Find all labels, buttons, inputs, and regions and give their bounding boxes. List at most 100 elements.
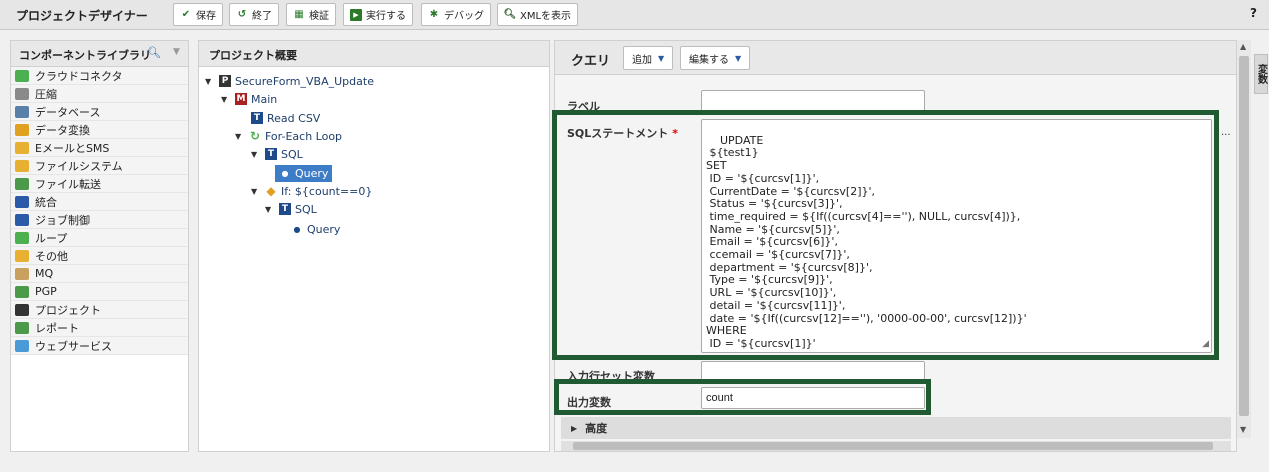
library-item-label: PGP: [35, 285, 57, 298]
play-icon: ▶: [350, 8, 362, 21]
exit-label: 終了: [252, 11, 272, 22]
expand-icon[interactable]: ▼: [251, 150, 261, 159]
library-item[interactable]: ファイル転送: [11, 175, 188, 193]
vertical-scrollbar[interactable]: ▲ ▼: [1237, 40, 1251, 438]
tree-node-sql-2[interactable]: ▼ T SQL: [265, 201, 317, 217]
help-button[interactable]: ?: [1250, 6, 1257, 20]
tree-node-sql[interactable]: ▼ T SQL: [251, 146, 303, 162]
collapse-icon[interactable]: ▼: [173, 47, 180, 57]
label-input[interactable]: [701, 90, 925, 112]
scroll-up-icon[interactable]: ▲: [1240, 42, 1246, 51]
tree-label-if: If: ${count==0}: [281, 184, 373, 198]
library-item-label: EメールとSMS: [35, 141, 110, 155]
library-item[interactable]: データ変換: [11, 121, 188, 139]
tree-node-if[interactable]: ▼ ◆ If: ${count==0}: [251, 183, 372, 199]
library-item[interactable]: 圧縮: [11, 85, 188, 103]
loop-icon: ↻: [249, 129, 261, 143]
library-item[interactable]: データベース: [11, 103, 188, 121]
vertical-scrollbar-thumb[interactable]: [1239, 56, 1249, 416]
bullet-icon: ●: [281, 169, 289, 178]
cloud-icon: [15, 69, 29, 82]
run-button[interactable]: ▶ 実行する: [343, 3, 413, 26]
tree-label-read-csv: Read CSV: [267, 111, 321, 125]
tree-node-project[interactable]: ▼ P SecureForm_VBA_Update: [205, 73, 374, 89]
horizontal-scrollbar[interactable]: [561, 441, 1231, 451]
library-item-label: データベース: [35, 105, 101, 119]
library-item-label: 統合: [35, 195, 57, 209]
file-transfer-icon: [15, 177, 29, 190]
expand-icon[interactable]: ▼: [221, 95, 231, 104]
folder-icon: [15, 159, 29, 172]
expand-icon[interactable]: ▼: [205, 77, 215, 86]
library-item-label: ファイル転送: [35, 177, 101, 191]
project-icon: P: [219, 75, 231, 87]
tree-label-sql: SQL: [281, 147, 303, 161]
library-item[interactable]: ウェブサービス: [11, 337, 188, 355]
library-item[interactable]: ループ: [11, 229, 188, 247]
exit-button[interactable]: ↺ 終了: [229, 3, 279, 26]
magnifier-icon: 🔍︎: [503, 9, 517, 20]
project-icon: [15, 303, 29, 316]
advanced-section-toggle[interactable]: ▶ 高度: [561, 417, 1231, 439]
scroll-down-icon[interactable]: ▼: [1240, 425, 1246, 434]
library-item-label: クラウドコネクタ: [35, 69, 123, 83]
variables-side-tab[interactable]: 変数: [1254, 54, 1268, 94]
tree-node-foreach[interactable]: ▼ ↻ For-Each Loop: [235, 128, 342, 144]
library-item-label: その他: [35, 249, 68, 263]
expand-icon[interactable]: ▼: [265, 205, 275, 214]
bullet-icon: ●: [293, 224, 301, 234]
debug-label: デバッグ: [444, 11, 484, 22]
library-item[interactable]: その他: [11, 247, 188, 265]
mq-icon: [15, 267, 29, 280]
expand-icon[interactable]: ▼: [235, 132, 245, 141]
show-xml-button[interactable]: 🔍︎ XMLを表示: [497, 3, 579, 26]
compress-icon: [15, 87, 29, 100]
highlight-box-sql: [552, 110, 1219, 360]
tree-node-read-csv[interactable]: T Read CSV: [251, 110, 320, 126]
tree-label-query-2: Query: [307, 222, 341, 236]
debug-button[interactable]: ✱ デバッグ: [421, 3, 491, 26]
gear-icon: [15, 213, 29, 226]
library-item[interactable]: MQ: [11, 265, 188, 283]
app-title: プロジェクトデザイナー: [16, 9, 148, 23]
integration-icon: [15, 195, 29, 208]
task-icon: T: [265, 148, 277, 160]
component-library-title: コンポーネントライブラリ: [19, 49, 151, 62]
add-dropdown-button[interactable]: 追加 ▼: [623, 46, 674, 70]
library-item[interactable]: ファイルシステム: [11, 157, 188, 175]
expand-right-icon: ▶: [571, 423, 578, 433]
tree-label-foreach: For-Each Loop: [265, 129, 343, 143]
expand-icon[interactable]: ▼: [251, 187, 261, 196]
tree-node-main[interactable]: ▼ M Main: [221, 91, 277, 107]
search-icon[interactable]: 🔍︎: [147, 46, 161, 59]
query-title: クエリ: [571, 54, 611, 69]
check-icon: ✔: [181, 9, 191, 20]
verify-button[interactable]: ▦ 検証: [286, 3, 336, 26]
library-item[interactable]: レポート: [11, 319, 188, 337]
save-button[interactable]: ✔ 保存: [173, 3, 223, 26]
library-item-label: MQ: [35, 267, 54, 280]
tree-node-query-selected[interactable]: ● Query: [275, 165, 333, 182]
library-item[interactable]: ジョブ制御: [11, 211, 188, 229]
library-item[interactable]: クラウドコネクタ: [11, 67, 188, 85]
component-library-panel: コンポーネントライブラリ 🔍︎ ▼ クラウドコネクタ圧縮データベースデータ変換 E…: [10, 40, 189, 452]
edit-dropdown-button[interactable]: 編集する ▼: [680, 46, 751, 70]
mail-icon: [15, 141, 29, 154]
sql-more-button[interactable]: ...: [1221, 127, 1231, 138]
tree-label-main: Main: [251, 92, 278, 106]
horizontal-scrollbar-thumb[interactable]: [573, 442, 1213, 450]
library-item[interactable]: プロジェクト: [11, 301, 188, 319]
library-item[interactable]: 統合: [11, 193, 188, 211]
database-icon: [15, 105, 29, 118]
run-label: 実行する: [366, 11, 406, 22]
library-item[interactable]: EメールとSMS: [11, 139, 188, 157]
component-library-list: クラウドコネクタ圧縮データベースデータ変換 EメールとSMS ファイルシステム ファイ…: [11, 67, 188, 355]
tree-node-query-2[interactable]: ● Query: [291, 221, 341, 237]
task-icon: T: [251, 112, 263, 124]
library-item[interactable]: PGP: [11, 283, 188, 301]
diamond-icon: ◆: [266, 184, 276, 198]
advanced-label: 高度: [585, 422, 608, 435]
library-item-label: ジョブ制御: [35, 213, 90, 227]
library-item-label: ファイルシステム: [35, 159, 123, 173]
project-overview-panel: プロジェクト概要 ▼ P SecureForm_VBA_Update ▼ M M…: [198, 40, 550, 452]
